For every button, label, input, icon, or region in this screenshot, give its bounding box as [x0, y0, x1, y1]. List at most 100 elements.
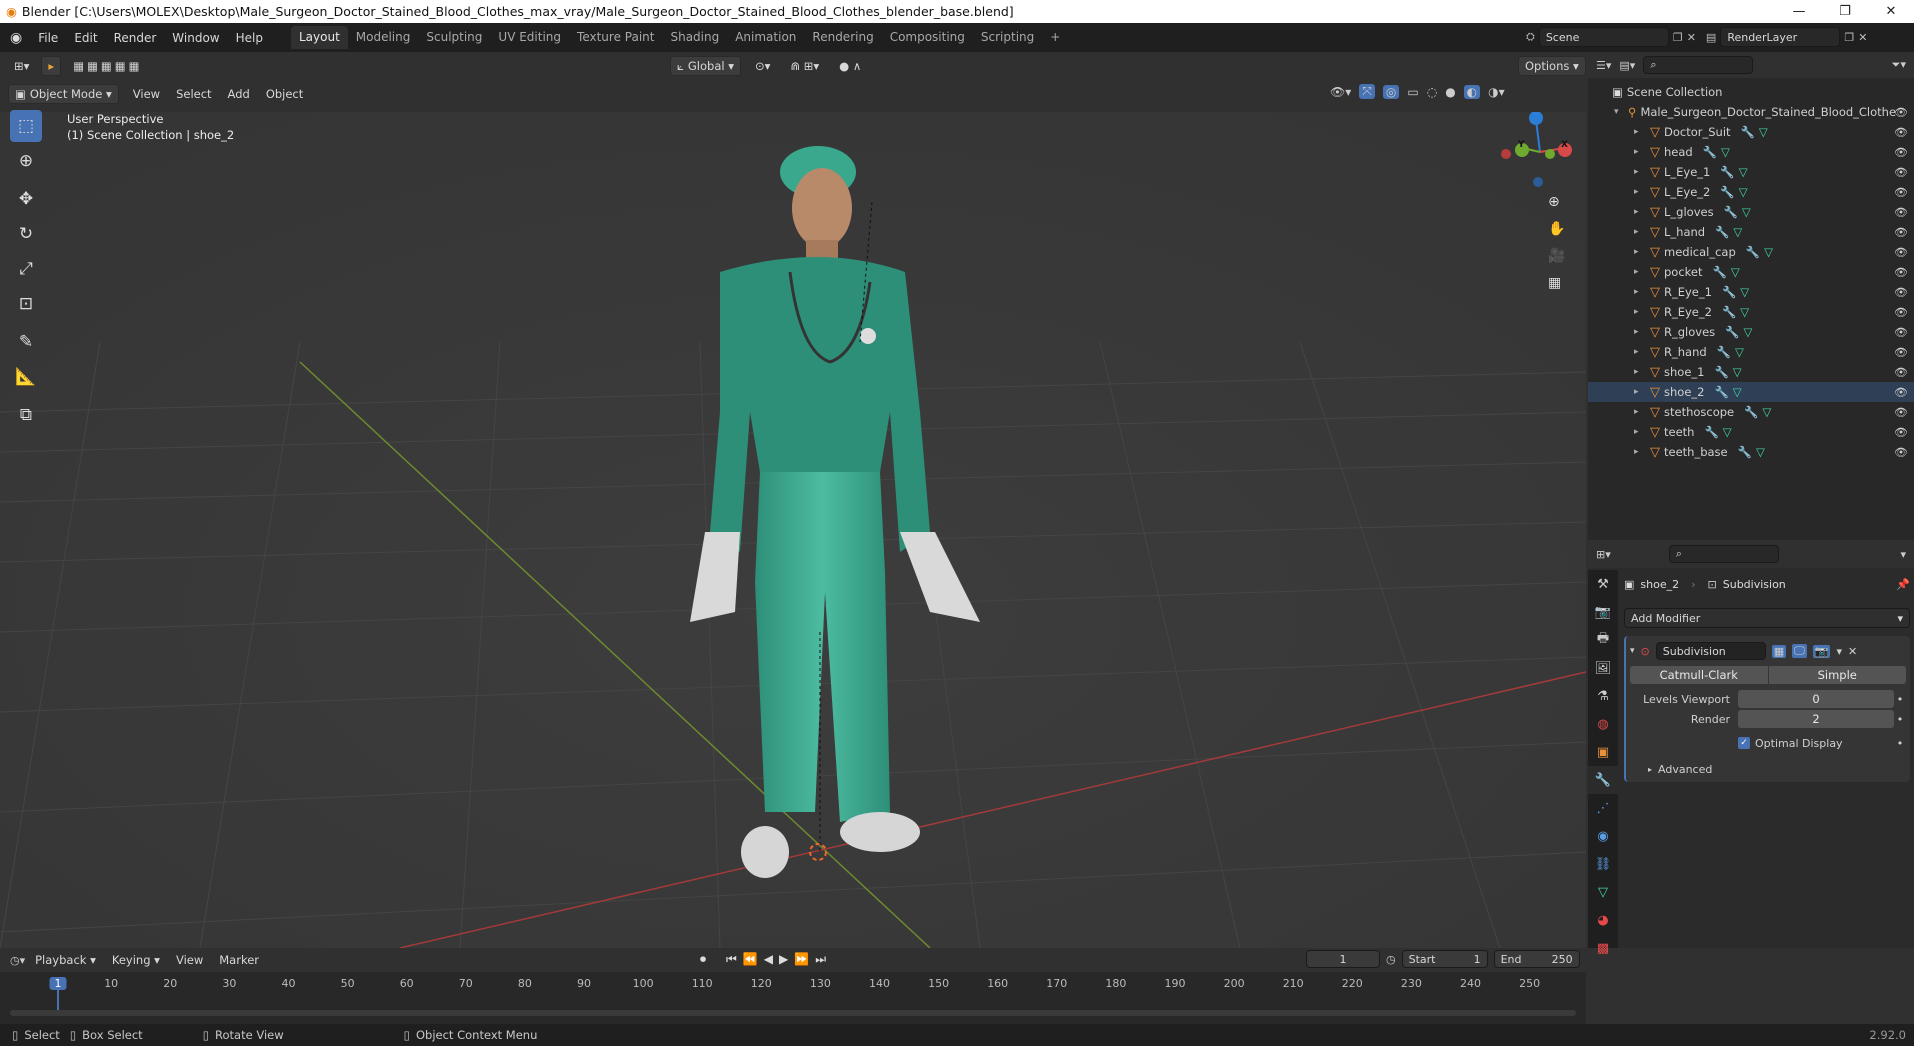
blender-menu-icon[interactable]: ◉	[0, 30, 30, 46]
remove-modifier-icon[interactable]: ✕	[1848, 645, 1857, 658]
outliner-item[interactable]: ▸ ▽ teeth 🔧 ▽ 👁	[1588, 422, 1914, 442]
eye-icon[interactable]: 👁	[1894, 306, 1908, 319]
expand-icon[interactable]: ▸	[1634, 407, 1644, 417]
material-tab-icon[interactable]: ◕	[1588, 906, 1618, 934]
select-box-tool-icon[interactable]: ⬚	[10, 110, 42, 142]
scene-icon[interactable]: ⛭	[1526, 30, 1535, 44]
gizmo-toggle-icon[interactable]: ⤧	[1359, 84, 1375, 99]
keyframe-dot-icon[interactable]: •	[1894, 713, 1906, 726]
chevron-down-icon[interactable]: ▾	[1900, 548, 1906, 561]
mesh-data-icon[interactable]: ▽	[1764, 245, 1773, 259]
play-reverse-icon[interactable]: ◀	[764, 952, 773, 967]
levels-viewport-field[interactable]: 0	[1738, 690, 1894, 708]
jump-end-icon[interactable]: ⏭	[815, 952, 826, 967]
outliner-item[interactable]: ▸ ▽ L_Eye_2 🔧 ▽ 👁	[1588, 182, 1914, 202]
expand-icon[interactable]: ▸	[1634, 147, 1644, 157]
eye-icon[interactable]: 👁	[1894, 206, 1908, 219]
expand-icon[interactable]: ▸	[1634, 427, 1644, 437]
eye-icon[interactable]: 👁	[1894, 246, 1908, 259]
menu-window[interactable]: Window	[164, 31, 227, 45]
tool-tab-icon[interactable]: ⚒	[1588, 570, 1618, 598]
expand-icon[interactable]: ▸	[1634, 347, 1644, 357]
modifier-wrench-icon[interactable]: 🔧	[1714, 385, 1728, 399]
eye-icon[interactable]: 👁	[1894, 126, 1908, 139]
tab-rendering[interactable]: Rendering	[804, 26, 881, 49]
expand-icon[interactable]: ▸	[1634, 187, 1644, 197]
mesh-data-icon[interactable]: ▽	[1723, 425, 1732, 439]
expand-icon[interactable]: ▸	[1634, 307, 1644, 317]
advanced-subpanel[interactable]: ▸ Advanced	[1630, 760, 1906, 778]
outliner-search-input[interactable]: ⌕	[1643, 56, 1754, 74]
outliner-item[interactable]: ▸ ▽ pocket 🔧 ▽ 👁	[1588, 262, 1914, 282]
jump-start-icon[interactable]: ⏮	[726, 952, 737, 967]
menu-help[interactable]: Help	[228, 31, 271, 45]
material-shading-icon[interactable]: ◐	[1463, 84, 1481, 99]
eye-icon[interactable]: 👁	[1894, 366, 1908, 379]
expand-icon[interactable]: ▸	[1634, 227, 1644, 237]
modifier-wrench-icon[interactable]: 🔧	[1717, 345, 1731, 359]
playback-menu[interactable]: Playback ▾	[29, 950, 102, 970]
keyframe-dot-icon[interactable]: •	[1894, 737, 1906, 750]
eye-icon[interactable]: 👁	[1894, 426, 1908, 439]
rotate-tool-icon[interactable]: ↻	[10, 218, 42, 250]
selection-mode-icons[interactable]: ▦▦▦▦▦	[67, 56, 148, 76]
outliner-item[interactable]: ▸ ▽ shoe_1 🔧 ▽ 👁	[1588, 362, 1914, 382]
expand-icon[interactable]: ▸	[1634, 247, 1644, 257]
physics-tab-icon[interactable]: ◉	[1588, 822, 1618, 850]
modifier-wrench-icon[interactable]: 🔧	[1715, 225, 1729, 239]
render-layer-icon[interactable]: ▤	[1706, 31, 1716, 44]
world-tab-icon[interactable]: ◍	[1588, 710, 1618, 738]
edit-mode-toggle-icon[interactable]: ▦	[1771, 644, 1787, 658]
menu-render[interactable]: Render	[106, 31, 165, 45]
outliner-item[interactable]: ▸ ▽ Doctor_Suit 🔧 ▽ 👁	[1588, 122, 1914, 142]
end-frame-field[interactable]: End 250	[1493, 950, 1580, 968]
outliner-item[interactable]: ▸ ▽ L_hand 🔧 ▽ 👁	[1588, 222, 1914, 242]
scene-new-icon[interactable]: ❐	[1673, 31, 1683, 44]
3d-viewport[interactable]: Z Y X User Perspective (1) Scene Collect…	[0, 112, 1586, 948]
mesh-data-icon[interactable]: ▽	[1739, 185, 1748, 199]
next-keyframe-icon[interactable]: ⏩	[794, 952, 809, 967]
modifier-wrench-icon[interactable]: 🔧	[1714, 365, 1728, 379]
collection-row[interactable]: ▾ ⚲ Male_Surgeon_Doctor_Stained_Blood_Cl…	[1588, 102, 1914, 122]
eye-icon[interactable]: 👁	[1894, 286, 1908, 299]
keyframe-dot-icon[interactable]: •	[1894, 693, 1906, 706]
outliner-item[interactable]: ▸ ▽ R_gloves 🔧 ▽ 👁	[1588, 322, 1914, 342]
options-dropdown[interactable]: Options ▾	[1518, 56, 1586, 76]
outliner-item[interactable]: ▸ ▽ L_gloves 🔧 ▽ 👁	[1588, 202, 1914, 222]
scene-tab-icon[interactable]: ⚗	[1588, 682, 1618, 710]
modifier-wrench-icon[interactable]: 🔧	[1713, 265, 1727, 279]
mesh-data-icon[interactable]: ▽	[1756, 445, 1765, 459]
expand-icon[interactable]: ▸	[1634, 167, 1644, 177]
view-layer-tab-icon[interactable]: 🖼	[1588, 654, 1618, 682]
scene-collection-row[interactable]: ▣ Scene Collection	[1588, 82, 1914, 102]
tab-scripting[interactable]: Scripting	[973, 26, 1042, 49]
outliner-item[interactable]: ▸ ▽ teeth_base 🔧 ▽ 👁	[1588, 442, 1914, 462]
modifier-wrench-icon[interactable]: 🔧	[1722, 285, 1736, 299]
menu-edit[interactable]: Edit	[66, 31, 105, 45]
overlay-toggle-icon[interactable]: ◎	[1382, 84, 1400, 99]
eye-icon[interactable]: 👁	[1894, 266, 1908, 279]
modifier-wrench-icon[interactable]: 🔧	[1724, 205, 1738, 219]
outliner-item[interactable]: ▸ ▽ L_Eye_1 🔧 ▽ 👁	[1588, 162, 1914, 182]
expand-icon[interactable]: ▸	[1634, 207, 1644, 217]
layer-new-icon[interactable]: ❐	[1844, 31, 1854, 44]
transform-tool-icon[interactable]: ⊡	[10, 288, 42, 320]
output-tab-icon[interactable]: 🖶	[1588, 626, 1618, 654]
optimal-display-checkbox[interactable]: ✓	[1738, 737, 1750, 749]
modifier-wrench-icon[interactable]: 🔧	[1741, 125, 1755, 139]
tab-modeling[interactable]: Modeling	[348, 26, 419, 49]
playhead[interactable]	[57, 990, 59, 1010]
add-modifier-dropdown[interactable]: Add Modifier ▾	[1624, 608, 1910, 628]
maximize-icon[interactable]: ❐	[1822, 0, 1868, 23]
mesh-data-icon[interactable]: ▽	[1733, 365, 1742, 379]
modifier-wrench-icon[interactable]: 🔧	[1720, 185, 1734, 199]
particles-tab-icon[interactable]: ⋰	[1588, 794, 1618, 822]
modifier-wrench-icon[interactable]: 🔧	[1725, 325, 1739, 339]
tab-compositing[interactable]: Compositing	[882, 26, 973, 49]
start-frame-field[interactable]: Start 1	[1401, 950, 1488, 968]
catmull-clark-button[interactable]: Catmull-Clark	[1630, 666, 1768, 684]
timeline-view-menu[interactable]: View	[170, 950, 209, 970]
timeline-scrollbar[interactable]	[10, 1010, 1576, 1016]
outliner-item[interactable]: ▸ ▽ head 🔧 ▽ 👁	[1588, 142, 1914, 162]
expand-icon[interactable]: ▸	[1634, 447, 1644, 457]
